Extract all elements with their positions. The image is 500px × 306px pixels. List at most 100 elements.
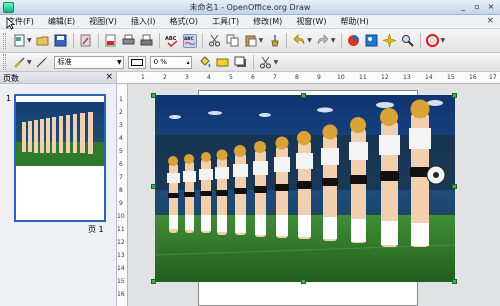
maximize-button[interactable]: ▫	[471, 2, 483, 13]
line-style-select[interactable]: 标准 ▼	[53, 55, 124, 69]
redo-button[interactable]	[316, 34, 330, 48]
undo-button[interactable]	[292, 34, 306, 48]
crop-button[interactable]	[259, 55, 273, 69]
fill-style-icon	[216, 58, 229, 66]
selection-handle[interactable]	[452, 184, 457, 189]
panel-title: 页数	[3, 74, 19, 83]
cut-button[interactable]	[208, 34, 222, 48]
print-icon	[140, 34, 153, 46]
chevron-down-icon[interactable]: ▼	[274, 59, 279, 66]
inserted-image[interactable]	[155, 95, 455, 282]
selection-handle[interactable]	[151, 184, 156, 189]
toolbar-grip[interactable]	[3, 32, 6, 49]
save-button[interactable]	[54, 34, 68, 48]
ruler-tick-label: 1	[141, 74, 145, 81]
minimize-button[interactable]: _	[457, 2, 469, 13]
chart-button[interactable]	[347, 34, 361, 48]
ruler-tick-label: 11	[359, 74, 367, 81]
menu-window[interactable]: 视窗(W)	[289, 16, 333, 27]
menu-insert[interactable]: 插入(I)	[124, 16, 163, 27]
ruler-tick-label: 2	[163, 74, 167, 81]
navigator-button[interactable]	[383, 34, 397, 48]
arrow-style-icon	[36, 57, 46, 68]
selection-handle[interactable]	[151, 279, 156, 284]
ruler-tick-label: 9	[317, 74, 321, 81]
ruler-tick-label: 3	[119, 122, 123, 129]
ruler-tick-label: 10	[117, 213, 125, 220]
chevron-down-icon[interactable]: ▼	[27, 59, 32, 66]
close-icon[interactable]: ×	[105, 72, 113, 82]
ruler-tick-label: 9	[119, 200, 123, 207]
zoom-value: 0 %	[153, 57, 167, 66]
fill-color-button[interactable]	[198, 55, 212, 69]
menu-format[interactable]: 格式(O)	[162, 16, 205, 27]
chevron-down-icon[interactable]: ▼	[307, 37, 312, 44]
line-style-button[interactable]	[36, 55, 48, 69]
gallery-button[interactable]	[365, 34, 379, 48]
shadow-button[interactable]	[234, 55, 248, 69]
close-document-button[interactable]: ×	[486, 16, 494, 26]
format-paintbrush-icon	[271, 35, 279, 47]
ruler-horizontal[interactable]: 1 2 3 4 5 6 7 8 9 10 11 12 13 14 15 16 1…	[117, 72, 500, 84]
edit-file-icon	[80, 34, 91, 47]
menu-view[interactable]: 视图(V)	[82, 16, 124, 27]
menu-edit[interactable]: 编辑(E)	[41, 16, 82, 27]
new-document-button[interactable]	[12, 34, 26, 48]
scissors-icon	[260, 56, 272, 68]
svg-text:ABC: ABC	[165, 36, 177, 42]
copy-button[interactable]	[226, 34, 240, 48]
chevron-down-icon[interactable]: ▼	[259, 37, 264, 44]
export-pdf-button[interactable]	[104, 34, 118, 48]
redo-icon	[318, 34, 329, 45]
fill-style-button[interactable]	[216, 55, 230, 69]
selection-handle[interactable]	[452, 279, 457, 284]
autospell-button[interactable]: ABC	[182, 33, 197, 48]
ruler-tick-label: 14	[425, 74, 433, 81]
line-color-select[interactable]	[127, 55, 146, 69]
chevron-down-icon[interactable]: ▼	[441, 37, 446, 44]
chevron-down-icon[interactable]: ▼	[27, 37, 32, 44]
help-button[interactable]	[426, 34, 440, 48]
selection-handle[interactable]	[452, 93, 457, 98]
ruler-tick-label: 10	[337, 74, 345, 81]
slide-thumbnail[interactable]	[14, 94, 106, 222]
selection-handle[interactable]	[151, 93, 156, 98]
export-pdf-icon	[105, 34, 116, 47]
spellcheck-button[interactable]: ABC	[165, 34, 179, 48]
paste-button[interactable]	[244, 34, 258, 48]
copy-icon	[226, 34, 239, 47]
gallery-icon	[365, 34, 378, 47]
ruler-tick-label: 7	[273, 74, 277, 81]
menu-help[interactable]: 帮助(H)	[333, 16, 375, 27]
ruler-tick-label: 15	[117, 278, 125, 285]
ruler-tick-label: 13	[403, 74, 411, 81]
edit-file-button[interactable]	[79, 34, 93, 48]
menu-modify[interactable]: 修改(M)	[246, 16, 289, 27]
selection-handle[interactable]	[301, 93, 306, 98]
ruler-tick-label: 2	[119, 109, 123, 116]
format-paintbrush-button[interactable]	[267, 34, 281, 48]
selection-handle[interactable]	[301, 279, 306, 284]
navigator-icon	[383, 34, 396, 47]
ruler-tick-label: 4	[207, 74, 211, 81]
close-window-button[interactable]: ×	[485, 2, 497, 13]
spinner-icon: ▴	[186, 58, 190, 66]
ruler-vertical[interactable]: 1 2 3 4 5 6 7 8 9 10 11 12 13 14 15 16	[117, 84, 128, 306]
toolbar-grip[interactable]	[3, 54, 6, 70]
standard-toolbar: ▼ ABC ABC ▼ ▼ ▼ ▼	[0, 29, 500, 53]
shadow-icon	[234, 56, 247, 67]
chart-icon	[348, 35, 359, 46]
chevron-down-icon[interactable]: ▼	[331, 37, 336, 44]
print-button[interactable]	[122, 34, 136, 48]
menu-tools[interactable]: 工具(T)	[205, 16, 246, 27]
zoom-button[interactable]	[401, 34, 415, 48]
photo-image	[155, 95, 455, 282]
print-direct-button[interactable]	[140, 34, 154, 48]
ruler-tick-label: 14	[117, 265, 125, 272]
styles-button[interactable]	[12, 55, 26, 69]
undo-icon	[293, 34, 305, 45]
open-folder-icon	[36, 36, 49, 46]
save-icon	[54, 34, 67, 47]
open-button[interactable]	[36, 34, 50, 48]
zoom-field[interactable]: 0 % ▴	[149, 55, 192, 69]
